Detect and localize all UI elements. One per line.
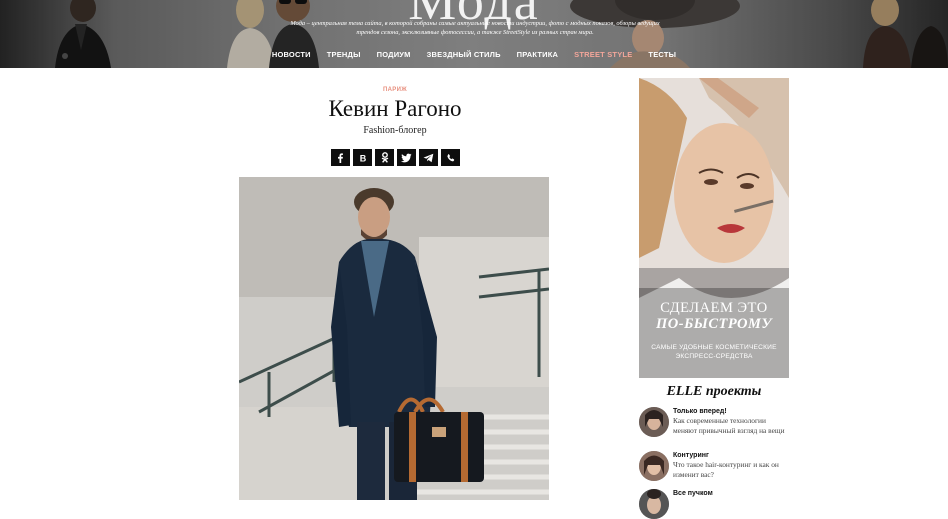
article-hero-photo[interactable] bbox=[239, 177, 549, 500]
nav-item-tests[interactable]: ТЕСТЫ bbox=[648, 50, 676, 59]
project-title: Все пучком bbox=[673, 490, 713, 497]
sidebar-advertisement[interactable]: СДЕЛАЕМ ЭТО ПО-БЫСТРОМУ САМЫЕ УДОБНЫЕ КО… bbox=[639, 78, 789, 378]
share-telegram-button[interactable] bbox=[419, 149, 438, 166]
nav-item-news[interactable]: НОВОСТИ bbox=[272, 50, 311, 59]
odnoklassniki-icon bbox=[381, 152, 388, 163]
project-avatar bbox=[639, 407, 669, 437]
project-avatar bbox=[639, 451, 669, 481]
svg-text:В: В bbox=[359, 153, 366, 163]
share-buttons: В bbox=[331, 149, 460, 166]
ad-subtext: САМЫЕ УДОБНЫЕ КОСМЕТИЧЕСКИЕ ЭКСПРЕСС-СРЕ… bbox=[651, 344, 777, 360]
section-description: Мода – центральная тема сайта, в которой… bbox=[290, 20, 660, 36]
project-description: Как современные технологии меняют привыч… bbox=[673, 416, 785, 435]
vk-icon: В bbox=[359, 153, 366, 163]
article-location-tag[interactable]: ПАРИЖ bbox=[240, 87, 550, 93]
ad-model-photo bbox=[639, 78, 789, 378]
share-odnoklassniki-button[interactable] bbox=[375, 149, 394, 166]
elle-projects-heading: ELLE проекты bbox=[666, 384, 762, 399]
nav-item-runway[interactable]: ПОДИУМ bbox=[377, 50, 411, 59]
share-facebook-button[interactable] bbox=[331, 149, 350, 166]
nav-item-trends[interactable]: ТРЕНДЫ bbox=[327, 50, 361, 59]
article-title: Кевин Рагоно bbox=[328, 96, 462, 121]
project-avatar bbox=[639, 489, 669, 519]
facebook-icon bbox=[338, 152, 343, 163]
share-vk-button[interactable]: В bbox=[353, 149, 372, 166]
hero-photo-illustration bbox=[239, 177, 549, 500]
article-subtitle: Fashion-блогер bbox=[363, 125, 427, 136]
project-item[interactable]: Все пучком bbox=[639, 489, 791, 519]
ad-headline-line1: СДЕЛАЕМ ЭТО bbox=[660, 300, 768, 316]
twitter-icon bbox=[401, 153, 412, 162]
project-title: Контуринг bbox=[673, 452, 709, 459]
project-title: Только вперед! bbox=[673, 408, 727, 415]
project-item[interactable]: Только вперед! Как современные технологи… bbox=[639, 407, 791, 437]
main-navigation: НОВОСТИ ТРЕНДЫ ПОДИУМ ЗВЕЗДНЫЙ СТИЛЬ ПРА… bbox=[0, 50, 948, 59]
viber-icon bbox=[446, 153, 454, 161]
header-banner: Мода Мода – центральная тема сайта, в ко… bbox=[0, 0, 948, 68]
share-twitter-button[interactable] bbox=[397, 149, 416, 166]
telegram-icon bbox=[423, 153, 434, 162]
nav-item-practice[interactable]: ПРАКТИКА bbox=[517, 50, 558, 59]
project-item[interactable]: Контуринг Что такое hair-контуринг и как… bbox=[639, 451, 791, 481]
nav-item-star-style[interactable]: ЗВЕЗДНЫЙ СТИЛЬ bbox=[427, 50, 501, 59]
nav-item-street-style[interactable]: STREET STYLE bbox=[574, 50, 632, 59]
project-description: Что такое hair-контуринг и как он измени… bbox=[673, 460, 779, 479]
share-viber-button[interactable] bbox=[441, 149, 460, 166]
ad-headline-line2: ПО-БЫСТРОМУ bbox=[656, 316, 772, 332]
